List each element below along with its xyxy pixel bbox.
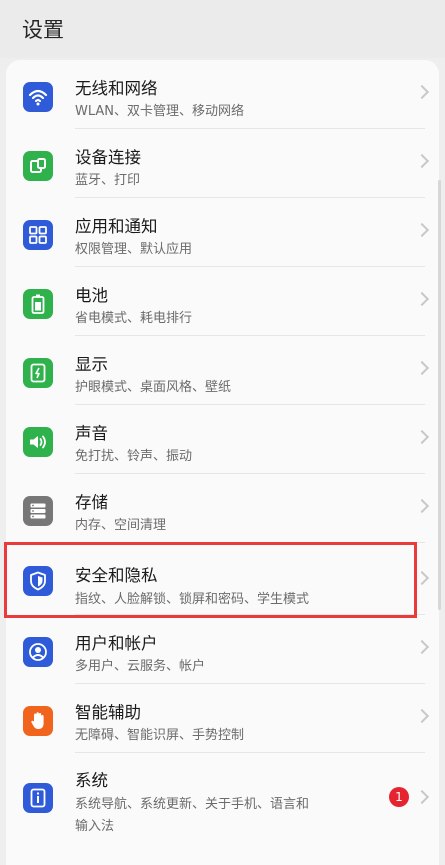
item-subtitle: WLAN、双卡管理、移动网络 — [75, 104, 245, 119]
device-connect-icon — [23, 151, 53, 181]
settings-item-smart-assistance[interactable]: 智能辅助 无障碍、智能识屏、手势控制 — [6, 684, 439, 753]
settings-item-users-accounts[interactable]: 用户和帐户 多用户、云服务、帐户 — [6, 615, 439, 684]
header: 设置 — [0, 0, 445, 58]
settings-item-sound[interactable]: 声音 免打扰、铃声、振动 — [6, 405, 439, 474]
settings-item-storage[interactable]: 存储 内存、空间清理 — [6, 474, 439, 543]
chevron-right-icon — [414, 789, 430, 805]
item-label: 设备连接 — [75, 148, 141, 167]
item-subtitle: 内存、空间清理 — [75, 518, 167, 533]
scrollbar[interactable] — [438, 180, 441, 610]
settings-item-security-privacy[interactable]: 安全和隐私 指纹、人脸解锁、锁屏和密码、学生模式 — [6, 543, 439, 615]
chevron-right-icon — [414, 153, 430, 169]
item-subtitle: 蓝牙、打印 — [75, 173, 141, 188]
wifi-icon — [23, 82, 53, 112]
chevron-right-icon — [414, 708, 430, 724]
item-subtitle: 免打扰、铃声、振动 — [75, 449, 193, 464]
item-subtitle: 多用户、云服务、帐户 — [75, 659, 206, 674]
chevron-right-icon — [414, 291, 430, 307]
item-subtitle: 省电模式、耗电排行 — [75, 311, 193, 326]
item-label: 电池 — [75, 286, 108, 305]
item-label: 应用和通知 — [75, 217, 158, 236]
display-icon — [23, 358, 53, 388]
item-subtitle: 无障碍、智能识屏、手势控制 — [75, 728, 245, 743]
item-label: 显示 — [75, 355, 108, 374]
item-label: 存储 — [75, 493, 108, 512]
item-label: 系统 — [75, 771, 108, 790]
chevron-right-icon — [414, 429, 430, 445]
item-label: 用户和帐户 — [75, 634, 158, 653]
apps-grid-icon — [23, 220, 53, 250]
battery-icon — [23, 289, 53, 319]
user-icon — [23, 637, 53, 667]
speaker-icon — [23, 427, 53, 457]
item-subtitle: 系统导航、系统更新、关于手机、语言和 — [75, 797, 310, 812]
item-label: 智能辅助 — [75, 703, 141, 722]
info-icon — [23, 783, 53, 813]
chevron-right-icon — [414, 498, 430, 514]
settings-item-wireless-network[interactable]: 无线和网络 WLAN、双卡管理、移动网络 — [6, 60, 439, 129]
item-subtitle: 护眼模式、桌面风格、壁纸 — [75, 380, 232, 395]
notification-badge: 1 — [389, 787, 409, 807]
settings-item-display[interactable]: 显示 护眼模式、桌面风格、壁纸 — [6, 336, 439, 405]
item-label: 声音 — [75, 424, 108, 443]
shield-icon — [23, 566, 53, 596]
storage-icon — [23, 496, 53, 526]
settings-item-device-connection[interactable]: 设备连接 蓝牙、打印 — [6, 129, 439, 198]
chevron-right-icon — [414, 84, 430, 100]
item-label: 安全和隐私 — [75, 566, 158, 585]
chevron-right-icon — [414, 222, 430, 238]
settings-item-apps-notifications[interactable]: 应用和通知 权限管理、默认应用 — [6, 198, 439, 267]
hand-icon — [23, 706, 53, 736]
chevron-right-icon — [414, 639, 430, 655]
chevron-right-icon — [414, 570, 430, 586]
settings-list: 无线和网络 WLAN、双卡管理、移动网络 设备连接 蓝牙、打印 应用和通知 权限… — [6, 60, 439, 865]
item-subtitle: 权限管理、默认应用 — [75, 242, 193, 257]
settings-item-battery[interactable]: 电池 省电模式、耗电排行 — [6, 267, 439, 336]
item-label: 无线和网络 — [75, 79, 158, 98]
settings-item-system[interactable]: 系统 系统导航、系统更新、关于手机、语言和 输入法 1 — [6, 753, 439, 843]
page-title: 设置 — [22, 18, 64, 42]
chevron-right-icon — [414, 360, 430, 376]
item-subtitle-line2: 输入法 — [75, 819, 115, 834]
item-subtitle: 指纹、人脸解锁、锁屏和密码、学生模式 — [75, 592, 310, 607]
